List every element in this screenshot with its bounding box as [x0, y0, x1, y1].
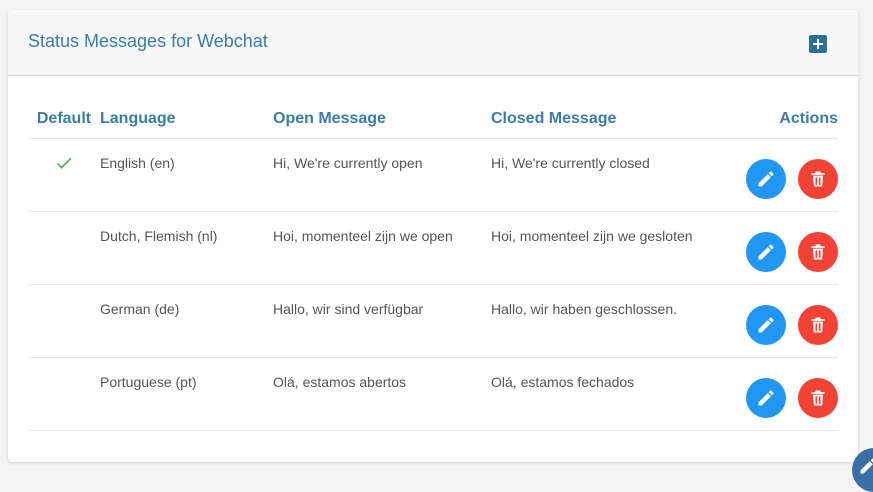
- default-cell: [28, 211, 100, 285]
- check-icon: [54, 139, 74, 176]
- trash-icon: [811, 390, 825, 406]
- pencil-icon: [860, 458, 873, 474]
- table-row: Dutch, Flemish (nl) Hoi, momenteel zijn w…: [28, 211, 838, 285]
- default-cell: [28, 284, 100, 358]
- add-status-message-button[interactable]: [809, 35, 827, 53]
- column-header-default: Default: [28, 100, 100, 139]
- trash-icon: [811, 244, 825, 260]
- closed-message-text: Olá, estamos fechados: [491, 374, 635, 390]
- actions-cell: [705, 138, 838, 212]
- closed-message-cell: Hi, We're currently closed: [491, 138, 705, 212]
- closed-message-cell: Hoi, momenteel zijn we gesloten: [491, 211, 705, 285]
- language-cell: Portuguese (pt): [100, 357, 273, 431]
- language-text: Portuguese (pt): [100, 374, 197, 390]
- default-cell: [28, 138, 100, 212]
- actions-cell: [705, 357, 838, 431]
- table-row: Portuguese (pt) Olá, estamos abertos Olá, …: [28, 357, 838, 431]
- column-header-closed-message: Closed Message: [491, 100, 705, 139]
- status-messages-table: Default Language Open Message Closed Mes…: [28, 100, 838, 431]
- default-cell: [28, 357, 100, 431]
- open-message-cell: Hallo, wir sind verfügbar: [273, 284, 491, 358]
- closed-message-text: Hi, We're currently closed: [491, 155, 650, 171]
- closed-message-text: Hallo, wir haben geschlossen.: [491, 301, 677, 317]
- language-text: English (en): [100, 155, 175, 171]
- plus-square-icon: [813, 39, 823, 49]
- card-title: Status Messages for Webchat: [28, 31, 268, 51]
- delete-button[interactable]: [798, 378, 838, 418]
- open-message-text: Olá, estamos abertos: [273, 374, 407, 390]
- actions-cell: [705, 211, 838, 285]
- open-message-cell: Olá, estamos abertos: [273, 357, 491, 431]
- closed-message-text: Hoi, momenteel zijn we gesloten: [491, 228, 693, 244]
- delete-button[interactable]: [798, 232, 838, 272]
- open-message-text: Hoi, momenteel zijn we open: [273, 228, 453, 244]
- edit-button[interactable]: [746, 378, 786, 418]
- table-row: German (de) Hallo, wir sind verfügbar Hall…: [28, 284, 838, 358]
- language-text: Dutch, Flemish (nl): [100, 228, 218, 244]
- trash-icon: [811, 317, 825, 333]
- edit-button[interactable]: [746, 232, 786, 272]
- pencil-icon: [758, 244, 774, 260]
- language-cell: English (en): [100, 138, 273, 212]
- pencil-icon: [758, 171, 774, 187]
- edit-button[interactable]: [746, 159, 786, 199]
- column-header-actions: Actions: [705, 100, 838, 139]
- status-messages-card: Status Messages for Webchat Default Lang…: [8, 10, 858, 462]
- actions-cell: [705, 284, 838, 358]
- delete-button[interactable]: [798, 159, 838, 199]
- card-header: Status Messages for Webchat: [8, 10, 858, 76]
- language-cell: Dutch, Flemish (nl): [100, 211, 273, 285]
- open-message-text: Hi, We're currently open: [273, 155, 423, 171]
- table-row: English (en) Hi, We're currently open Hi, …: [28, 138, 838, 212]
- trash-icon: [811, 171, 825, 187]
- pencil-icon: [758, 390, 774, 406]
- table-header-row: Default Language Open Message Closed Mes…: [28, 100, 838, 139]
- open-message-cell: Hoi, momenteel zijn we open: [273, 211, 491, 285]
- column-header-language: Language: [100, 100, 273, 139]
- edit-button[interactable]: [746, 305, 786, 345]
- closed-message-cell: Olá, estamos fechados: [491, 357, 705, 431]
- language-cell: German (de): [100, 284, 273, 358]
- open-message-cell: Hi, We're currently open: [273, 138, 491, 212]
- closed-message-cell: Hallo, wir haben geschlossen.: [491, 284, 705, 358]
- language-text: German (de): [100, 301, 180, 317]
- open-message-text: Hallo, wir sind verfügbar: [273, 301, 424, 317]
- column-header-open-message: Open Message: [273, 100, 491, 139]
- pencil-icon: [758, 317, 774, 333]
- delete-button[interactable]: [798, 305, 838, 345]
